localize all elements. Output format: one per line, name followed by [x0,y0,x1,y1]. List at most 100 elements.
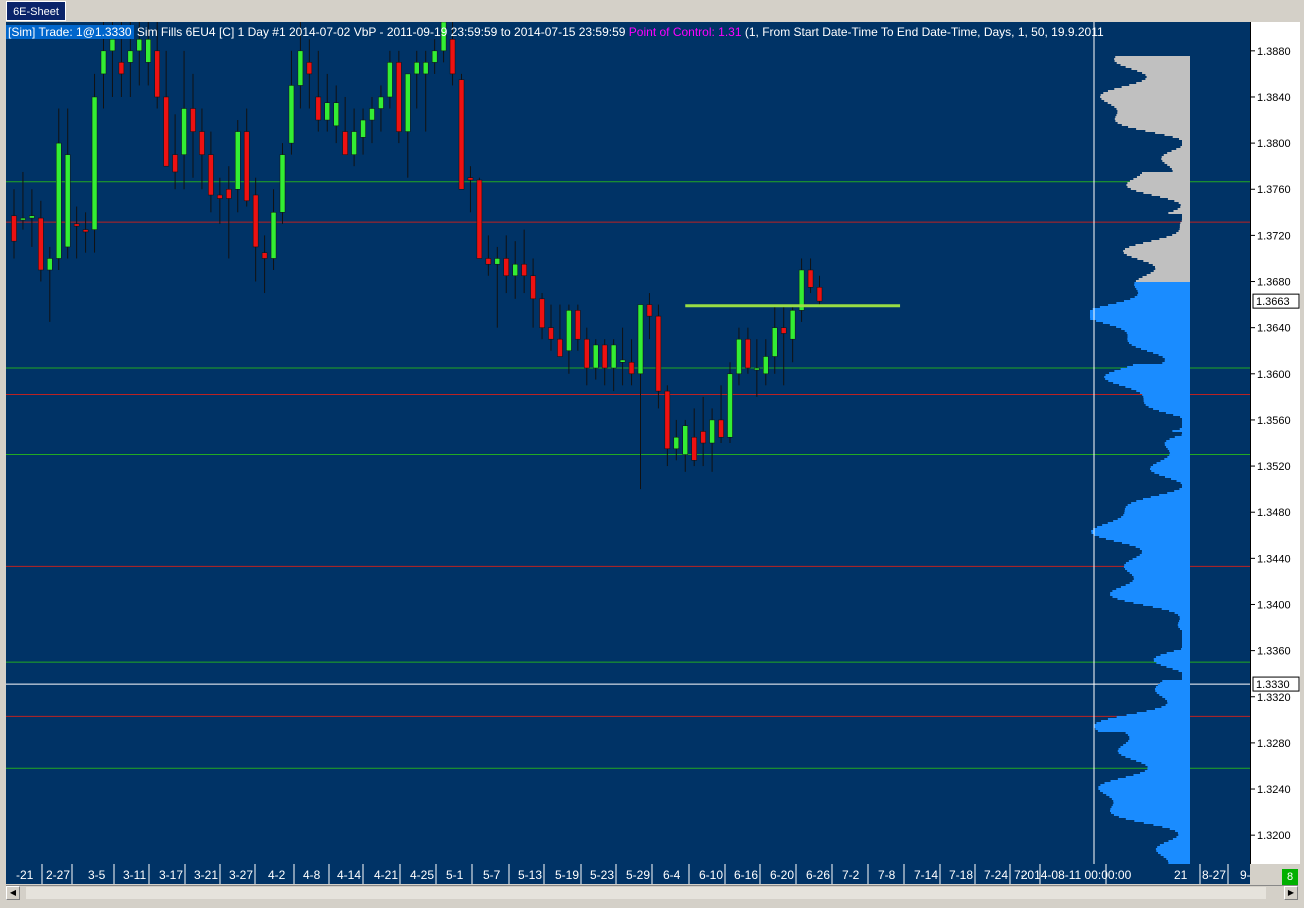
volume-profile-bar [1090,310,1190,312]
volume-profile-bar [1143,604,1190,606]
volume-profile-bar [1126,184,1190,186]
volume-profile-bar [1169,438,1190,440]
bear-candle-body [503,258,509,277]
candle [47,246,53,322]
candle [252,177,259,282]
volume-profile-bar [1125,506,1190,508]
volume-profile-bar [1095,728,1190,730]
volume-profile-bar [1105,538,1190,540]
volume-profile-bar [1168,840,1190,842]
volume-profile-bar [1143,192,1190,194]
horizontal-scrollbar[interactable]: ◀ ▶ [6,885,1298,900]
y-tick-label: 1.3640 [1257,323,1291,335]
volume-profile-bar [1124,248,1190,250]
candle [584,327,590,386]
volume-profile-bar [1150,468,1190,470]
volume-profile-bar [1158,852,1190,854]
x-tick-label: 6-26 [806,868,830,882]
candle [11,189,17,259]
x-tick-label: 6-10 [699,868,723,882]
candle [619,327,626,386]
volume-profile-bar [1164,444,1190,446]
bull-candle-body [709,419,715,444]
volume-profile-bar [1128,560,1190,562]
date-axis[interactable]: -21 2-27 3-5 3-11 3-17 3-21 3-27 4-2 4-8 4-14 4-21… [6,864,1250,884]
volume-profile-bar [1129,572,1190,574]
bear-candle-body [575,310,581,340]
bull-candle-body [127,50,134,63]
scroll-left-button[interactable]: ◀ [6,886,20,900]
volume-profile-bar [1182,644,1190,646]
volume-profile-bar [1125,584,1190,586]
volume-profile-bar [1169,454,1190,456]
volume-profile-bar [1153,660,1190,662]
volume-profile-bar [1162,160,1190,162]
instrument-info: Sim Fills 6EU4 [C] 1 Day #1 2014-07-02 V… [133,25,629,39]
volume-profile-bar [1129,180,1190,182]
volume-profile-bar [1127,366,1190,368]
price-axis[interactable]: 1.3200 1.3240 1.3280 1.3320 1.3360 1.3400 1.34… [1250,22,1300,864]
volume-profile-bar [1125,732,1190,734]
volume-profile-bar [1151,194,1190,196]
tab-bar: 6E-Sheet [0,0,1304,22]
tab-6e-sheet[interactable]: 6E-Sheet [6,1,66,21]
candle [458,73,465,190]
candle [664,385,671,467]
volume-profile-bar [1143,242,1190,244]
bear-candle-body [601,344,608,369]
volume-profile-bar [1131,502,1190,504]
candle [575,304,581,351]
price-chart[interactable] [6,22,1250,864]
candle [396,50,402,144]
volume-profile-bar [1121,328,1190,330]
volume-profile-bar [1159,474,1190,476]
candle [798,258,805,322]
candle [91,73,98,253]
volume-profile-bar [1093,528,1190,530]
volume-profile-bar [1164,458,1190,460]
x-tick-label: 5-13 [518,868,542,882]
scroll-right-button[interactable]: ▶ [1284,886,1298,900]
volume-profile-bar [1127,336,1190,338]
candle [306,39,313,109]
candle [82,212,89,253]
chart-area[interactable]: [Sim] Trade: 1@1.3330 Sim Fills 6EU4 [C]… [6,22,1250,864]
volume-profile-bar [1107,102,1190,104]
volume-profile-bar [1117,122,1190,124]
x-tick-label: 3-27 [229,868,253,882]
volume-profile-bar [1182,646,1190,648]
scroll-thumb[interactable] [26,887,1266,899]
bear-candle-body [745,338,751,369]
x-tick-label: 3-5 [88,868,106,882]
volume-profile-bar [1159,844,1190,846]
x-tick-label: 7-14 [914,868,938,882]
volume-profile-bar [1112,590,1190,592]
x-tick-label: 7-8 [878,868,896,882]
volume-profile-bar [1161,608,1190,610]
volume-profile-bar [1153,270,1190,272]
volume-profile-bar [1116,114,1190,116]
candle [736,327,742,386]
volume-profile-bar [1141,172,1190,174]
volume-profile-bar [1123,744,1190,746]
candle [64,108,71,259]
bull-candle-body [360,119,366,138]
bear-candle-body [807,269,814,288]
bull-candle-body [288,85,295,144]
bull-candle-body [351,131,357,155]
x-tick-label: 7-2 [842,868,860,882]
volume-profile-bar [1164,358,1190,360]
volume-profile-bar [1166,858,1190,860]
volume-profile-bar [1100,96,1190,98]
volume-profile-bar [1147,766,1190,768]
volume-profile-bar [1124,564,1190,566]
volume-profile-bar [1125,776,1190,778]
candle [405,73,411,178]
volume-profile-bar [1124,600,1190,602]
volume-profile-bar [1114,106,1190,108]
chart-header: [Sim] Trade: 1@1.3330 Sim Fills 6EU4 [C]… [6,25,1104,39]
volume-profile-bar [1115,56,1190,58]
volume-profile-bar [1174,612,1190,614]
volume-profile-bar [1110,808,1190,810]
volume-profile-bar [1136,128,1190,130]
